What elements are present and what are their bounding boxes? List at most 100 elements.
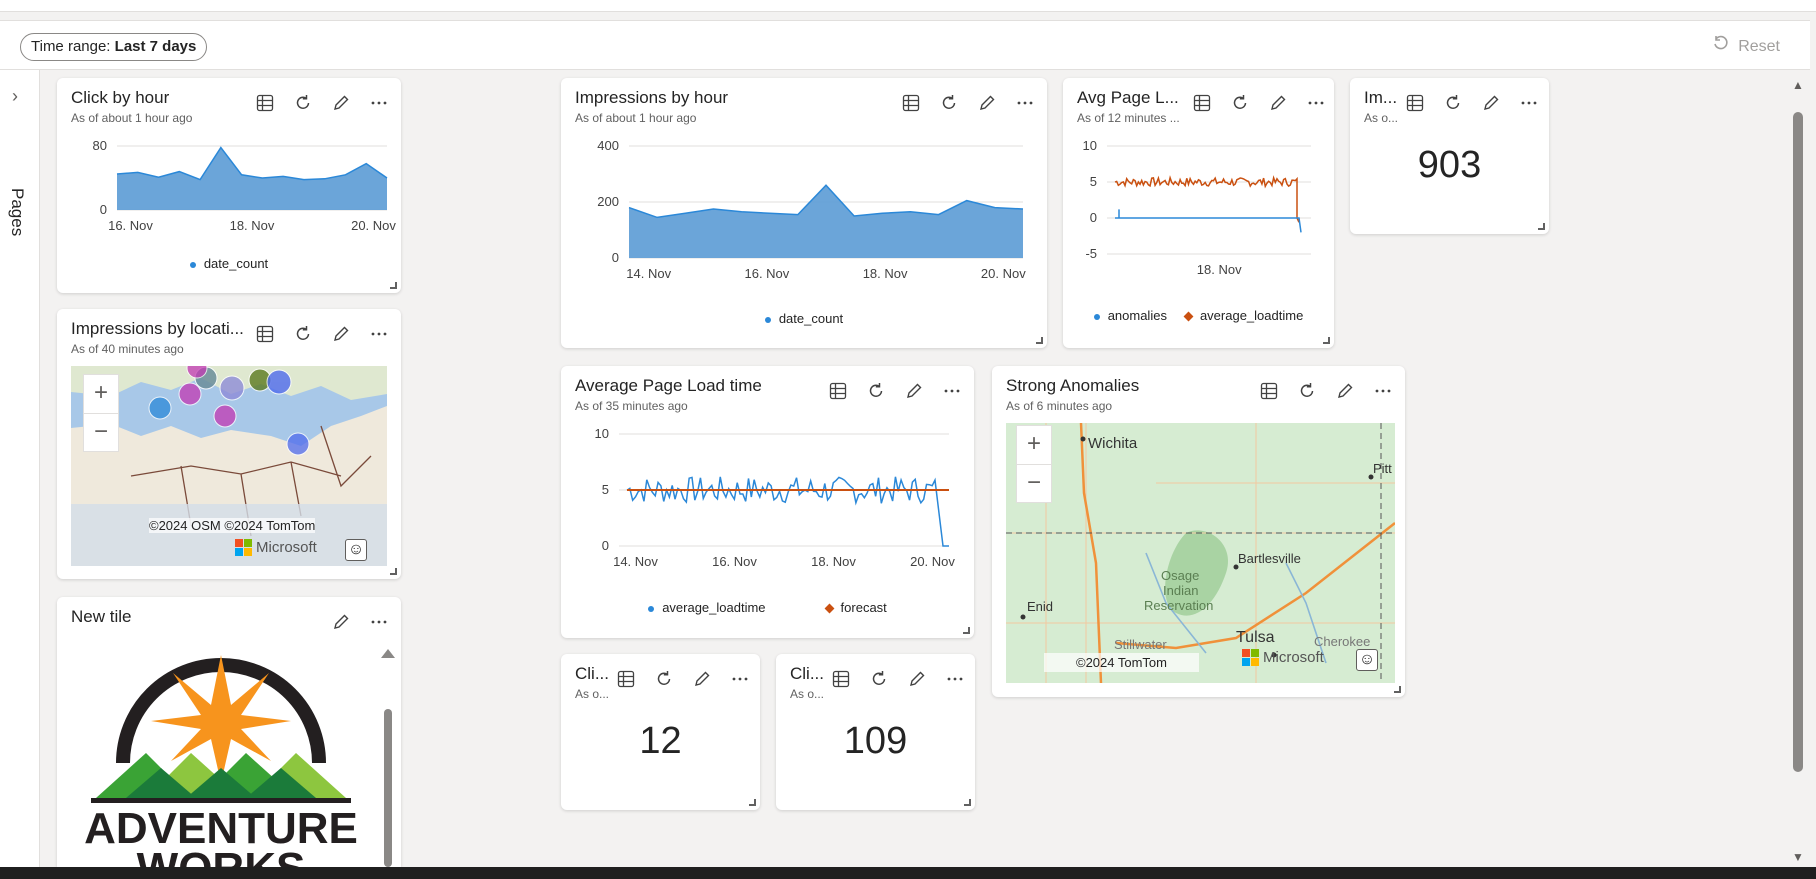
series-area xyxy=(629,185,1023,258)
y-tick-label: 0 xyxy=(100,202,107,217)
edit-icon[interactable] xyxy=(691,668,713,690)
refresh-icon[interactable] xyxy=(653,668,675,690)
reset-button[interactable]: Reset xyxy=(1712,35,1780,58)
table-view-icon[interactable] xyxy=(830,668,852,690)
resize-handle[interactable] xyxy=(1036,337,1043,344)
y-tick-label: 400 xyxy=(597,138,619,153)
more-options-icon[interactable] xyxy=(944,668,966,690)
x-tick-label: 18. Nov xyxy=(230,218,275,233)
legend-item[interactable]: date_count xyxy=(189,256,268,271)
canvas-scrollbar[interactable]: ▲ ▼ xyxy=(1788,78,1810,864)
feedback-smiley-icon[interactable]: ☺ xyxy=(345,539,367,561)
resize-handle[interactable] xyxy=(390,282,397,289)
refresh-icon[interactable] xyxy=(868,668,890,690)
x-tick-label: 14. Nov xyxy=(626,266,671,281)
tile-cli-stat-2[interactable]: Cli... As o... 109 xyxy=(776,654,975,810)
legend-item[interactable]: forecast xyxy=(824,600,887,615)
tile-new-tile[interactable]: New tile ADVENTURE WORKS xyxy=(57,597,401,867)
y-tick-label: 5 xyxy=(602,482,609,497)
resize-handle[interactable] xyxy=(749,799,756,806)
refresh-icon[interactable] xyxy=(1296,380,1318,402)
edit-icon[interactable] xyxy=(1334,380,1356,402)
chevron-right-icon[interactable]: › xyxy=(12,86,18,107)
series-average-loadtime xyxy=(1114,175,1300,223)
bottom-bar xyxy=(0,867,1816,879)
tile-scrollbar[interactable] xyxy=(381,649,395,867)
scroll-down-icon[interactable]: ▼ xyxy=(1792,850,1804,864)
tile-avg-page-load[interactable]: Avg Page L... As of 12 minutes ... -5 0 5 1… xyxy=(1063,78,1334,348)
resize-handle[interactable] xyxy=(1538,223,1545,230)
stat-value: 109 xyxy=(843,720,908,762)
x-tick-label: 14. Nov xyxy=(613,554,658,569)
resize-handle[interactable] xyxy=(390,568,397,575)
world-map[interactable]: + − ©2024 OSM ©2024 TomTom Microsoft ☺ xyxy=(71,366,387,566)
resize-handle[interactable] xyxy=(963,627,970,634)
scroll-up-icon[interactable] xyxy=(381,649,395,658)
scroll-up-icon[interactable]: ▲ xyxy=(1792,78,1804,92)
tile-average-page-load-time[interactable]: Average Page Load time As of 35 minutes … xyxy=(561,366,974,638)
legend-label: average_loadtime xyxy=(1199,308,1304,323)
scroll-thumb[interactable] xyxy=(384,709,392,867)
tile-impressions-by-location[interactable]: Impressions by locati... As of 40 minute… xyxy=(57,309,401,579)
more-options-icon[interactable] xyxy=(368,323,390,345)
pages-rail[interactable]: › Pages xyxy=(0,70,40,867)
edit-icon[interactable] xyxy=(1480,92,1502,114)
series-average-loadtime xyxy=(626,476,949,547)
scroll-thumb[interactable] xyxy=(1793,112,1803,772)
tile-click-by-hour[interactable]: Click by hour As of about 1 hour ago 0 80… xyxy=(57,78,401,293)
brand-label: Microsoft xyxy=(256,539,317,556)
time-range-filter[interactable]: Time range: Last 7 days xyxy=(20,33,208,61)
legend-item[interactable]: anomalies xyxy=(1093,308,1167,323)
x-tick-label: 16. Nov xyxy=(744,266,789,281)
y-tick-label: 10 xyxy=(595,426,609,441)
legend-item[interactable]: average_loadtime xyxy=(1183,308,1304,323)
y-tick-label: 200 xyxy=(597,194,619,209)
zoom-in-button[interactable]: + xyxy=(84,375,118,413)
y-tick-label: 80 xyxy=(93,138,107,153)
x-tick-label: 20. Nov xyxy=(910,554,955,569)
region-map[interactable]: Wichita Pitt Bartlesville Osage Indian R… xyxy=(1006,423,1395,683)
tile-im-stat[interactable]: Im... As o... 903 xyxy=(1350,78,1549,234)
tile-strong-anomalies[interactable]: Strong Anomalies As of 6 minutes ago Wic… xyxy=(992,366,1405,697)
tile-title: Impressions by locati... xyxy=(71,319,244,338)
resize-handle[interactable] xyxy=(1323,337,1330,344)
table-view-icon[interactable] xyxy=(1258,380,1280,402)
edit-icon[interactable] xyxy=(330,323,352,345)
more-options-icon[interactable] xyxy=(1518,92,1540,114)
microsoft-logo: Microsoft xyxy=(235,539,317,556)
resize-handle[interactable] xyxy=(964,799,971,806)
legend-item[interactable]: average_loadtime xyxy=(648,600,766,615)
table-view-icon[interactable] xyxy=(615,668,637,690)
reset-label: Reset xyxy=(1738,37,1780,55)
tile-title: Strong Anomalies xyxy=(1006,376,1140,395)
zoom-out-button[interactable]: − xyxy=(84,413,118,451)
stat-value: 903 xyxy=(1417,144,1482,186)
tile-subtitle: As of 6 minutes ago xyxy=(1006,399,1113,413)
tile-impressions-by-hour[interactable]: Impressions by hour As of about 1 hour a… xyxy=(561,78,1047,348)
map-zoom-control: + − xyxy=(83,374,119,452)
edit-icon[interactable] xyxy=(906,668,928,690)
more-options-icon[interactable] xyxy=(368,611,390,633)
resize-handle[interactable] xyxy=(1394,686,1401,693)
legend-item[interactable]: date_count xyxy=(764,311,843,326)
zoom-out-button[interactable]: − xyxy=(1017,464,1051,502)
zoom-in-button[interactable]: + xyxy=(1017,426,1051,464)
more-options-icon[interactable] xyxy=(729,668,751,690)
place-label: Cherokee xyxy=(1314,634,1371,649)
y-tick-label: 10 xyxy=(1083,138,1097,153)
feedback-smiley-icon[interactable]: ☺ xyxy=(1356,649,1378,671)
more-options-icon[interactable] xyxy=(1372,380,1394,402)
legend-label: average_loadtime xyxy=(662,600,766,615)
tile-cli-stat-1[interactable]: Cli... As o... 12 xyxy=(561,654,760,810)
table-view-icon[interactable] xyxy=(1404,92,1426,114)
place-label: Indian xyxy=(1163,583,1199,598)
edit-icon[interactable] xyxy=(330,611,352,633)
time-range-value: Last 7 days xyxy=(114,38,197,55)
refresh-icon[interactable] xyxy=(292,323,314,345)
refresh-icon[interactable] xyxy=(1442,92,1464,114)
x-tick-label: 20. Nov xyxy=(351,218,396,233)
y-tick-label: 0 xyxy=(1090,210,1097,225)
table-view-icon[interactable] xyxy=(254,323,276,345)
adventure-works-logo: ADVENTURE WORKS xyxy=(71,643,371,867)
pages-label: Pages xyxy=(8,188,27,237)
